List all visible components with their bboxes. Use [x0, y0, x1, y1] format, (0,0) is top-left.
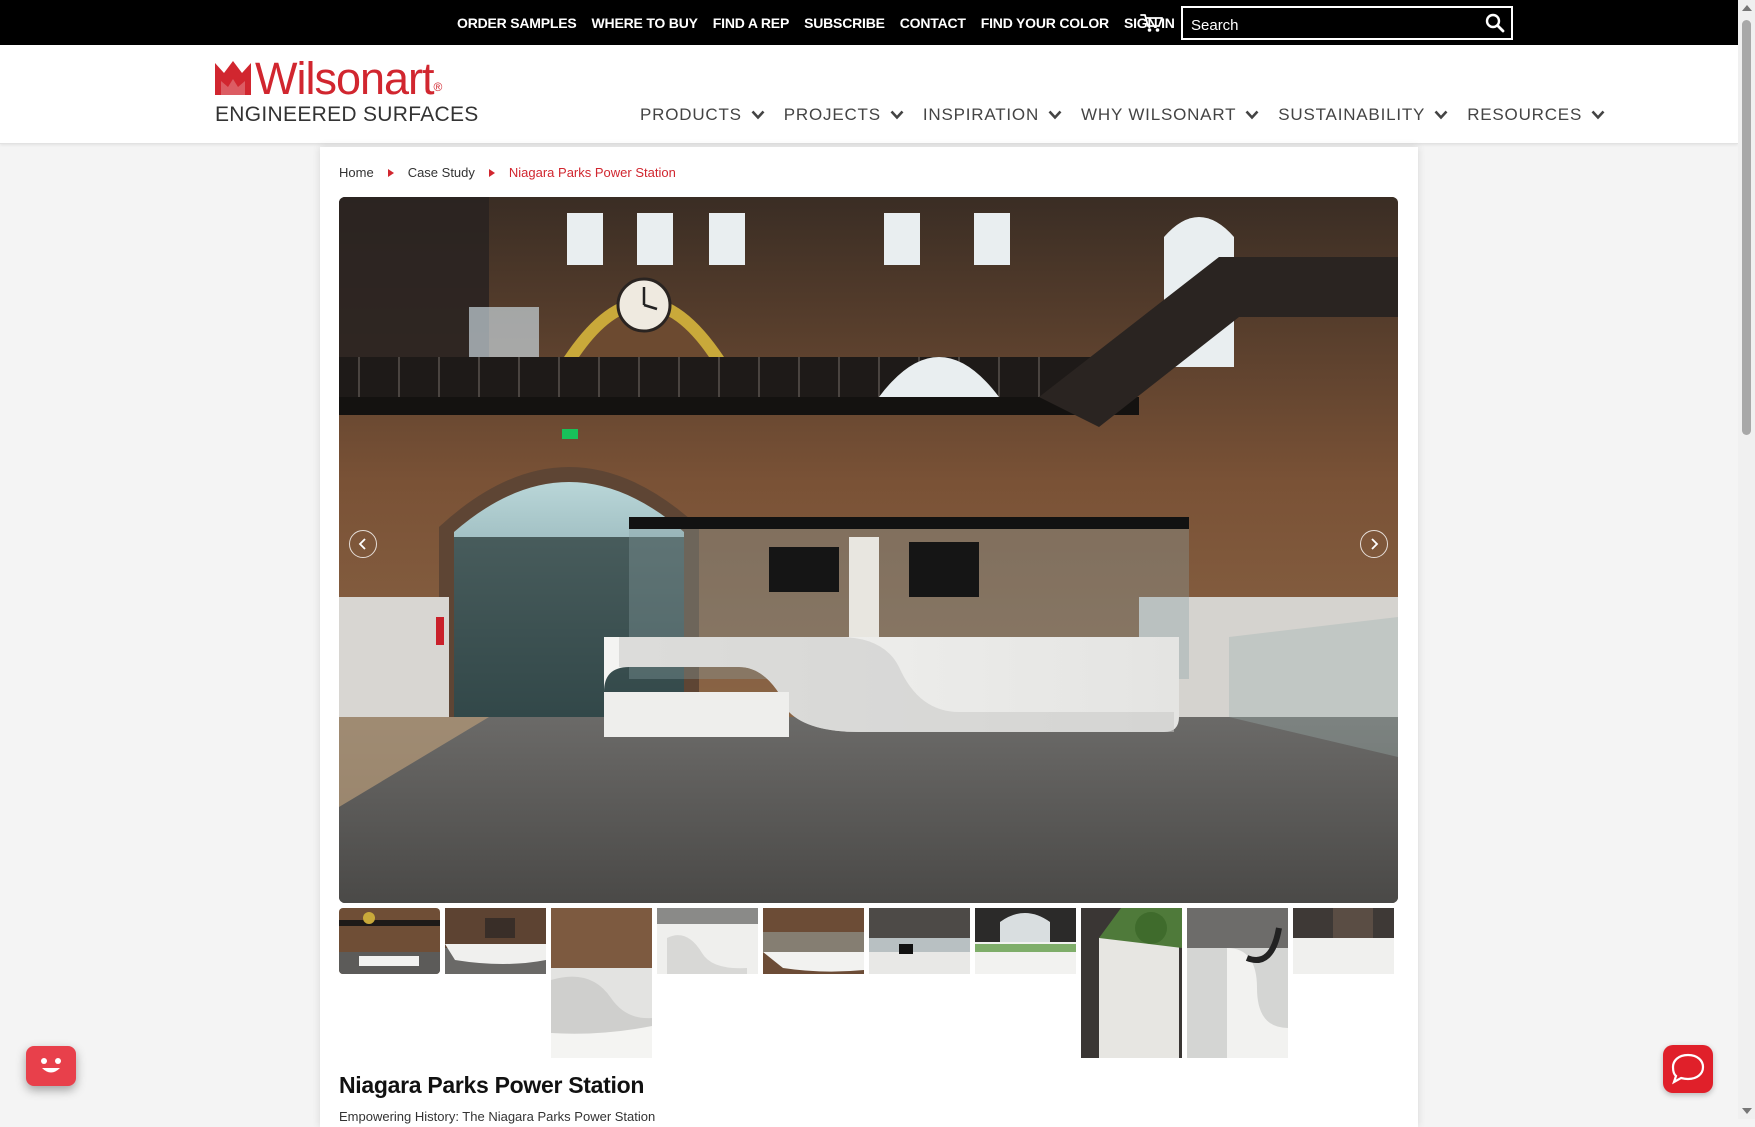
wilsonart-logo[interactable]: Wilsonart® ENGINEERED SURFACES [215, 53, 478, 131]
cart-icon[interactable] [1140, 12, 1164, 34]
search-input[interactable] [1189, 12, 1473, 38]
chevron-down-icon [1048, 110, 1062, 120]
nav-inspiration[interactable]: INSPIRATION [923, 105, 1062, 125]
gallery-thumbnail[interactable] [975, 908, 1076, 974]
chat-bubble-icon[interactable] [1663, 1045, 1713, 1093]
breadcrumb-current: Niagara Parks Power Station [508, 165, 676, 180]
find-your-color-link[interactable]: FIND YOUR COLOR [981, 15, 1109, 31]
breadcrumb: Home Case Study Niagara Parks Power Stat… [339, 165, 676, 180]
gallery-thumbnail[interactable] [1187, 908, 1288, 1058]
where-to-buy-link[interactable]: WHERE TO BUY [592, 15, 698, 31]
breadcrumb-separator-icon [488, 168, 495, 177]
contact-link[interactable]: CONTACT [900, 15, 966, 31]
nav-why-wilsonart[interactable]: WHY WILSONART [1081, 105, 1259, 125]
gallery-thumbnail[interactable] [657, 908, 758, 974]
gallery-next-button[interactable] [1360, 530, 1388, 558]
article-subtitle: Empowering History: The Niagara Parks Po… [339, 1109, 656, 1124]
search-icon[interactable] [1485, 13, 1505, 33]
page-scrollbar[interactable] [1738, 0, 1755, 1119]
gallery-thumbnail[interactable] [1293, 908, 1394, 974]
logo-brand: Wilsonart® [255, 53, 442, 104]
nav-resources[interactable]: RESOURCES [1467, 105, 1605, 125]
utility-links: ORDER SAMPLES WHERE TO BUY FIND A REP SU… [457, 0, 1190, 45]
gallery-thumbnail[interactable] [763, 908, 864, 974]
subscribe-link[interactable]: SUBSCRIBE [804, 15, 885, 31]
nav-label: WHY WILSONART [1081, 105, 1237, 124]
chevron-down-icon [1591, 110, 1605, 120]
logo-mark-icon [215, 61, 251, 95]
chevron-right-icon [1371, 538, 1379, 550]
nav-label: RESOURCES [1467, 105, 1583, 124]
nav-products[interactable]: PRODUCTS [640, 105, 765, 125]
nav-label: INSPIRATION [922, 105, 1040, 124]
chatbot-face-icon[interactable] [26, 1046, 76, 1086]
hero-illustration [339, 197, 1398, 903]
speech-bubble [1671, 1053, 1705, 1085]
gallery-prev-button[interactable] [349, 530, 377, 558]
breadcrumb-separator-icon [387, 168, 394, 177]
scrollbar-thumb[interactable] [1742, 20, 1751, 435]
gallery-thumbnail[interactable] [445, 908, 546, 974]
find-a-rep-link[interactable]: FIND A REP [713, 15, 790, 31]
gallery-thumbnail[interactable] [869, 908, 970, 974]
bot-face [41, 1058, 61, 1073]
gallery-thumbnail[interactable] [339, 908, 440, 974]
chevron-down-icon [1245, 110, 1259, 120]
nav-sustainability[interactable]: SUSTAINABILITY [1278, 105, 1448, 125]
content-card: Home Case Study Niagara Parks Power Stat… [320, 147, 1418, 1127]
hero-image [339, 197, 1398, 903]
nav-label: PROJECTS [783, 105, 881, 124]
chevron-down-icon [890, 110, 904, 120]
chevron-down-icon [751, 110, 765, 120]
gallery-thumbnails [339, 908, 1399, 1068]
gallery-thumbnail[interactable] [1081, 908, 1182, 1058]
search-box [1181, 6, 1513, 40]
gallery-thumbnail[interactable] [551, 908, 652, 1058]
nav-projects[interactable]: PROJECTS [784, 105, 904, 125]
nav-label: SUSTAINABILITY [1278, 105, 1426, 124]
breadcrumb-case-study[interactable]: Case Study [408, 165, 475, 180]
order-samples-link[interactable]: ORDER SAMPLES [457, 15, 577, 31]
scroll-down-icon[interactable] [1742, 1108, 1752, 1114]
utility-bar: ORDER SAMPLES WHERE TO BUY FIND A REP SU… [0, 0, 1738, 45]
article-title: Niagara Parks Power Station [339, 1072, 645, 1098]
chevron-down-icon [1434, 110, 1448, 120]
main-nav: PRODUCTS PROJECTS INSPIRATION WHY WILSON… [640, 105, 1624, 125]
chevron-left-icon [358, 538, 366, 550]
breadcrumb-home[interactable]: Home [339, 165, 374, 180]
nav-label: PRODUCTS [640, 105, 742, 124]
logo-tagline: ENGINEERED SURFACES [215, 103, 479, 126]
scroll-up-icon[interactable] [1742, 5, 1752, 11]
site-header: Wilsonart® ENGINEERED SURFACES PRODUCTS … [0, 45, 1738, 144]
